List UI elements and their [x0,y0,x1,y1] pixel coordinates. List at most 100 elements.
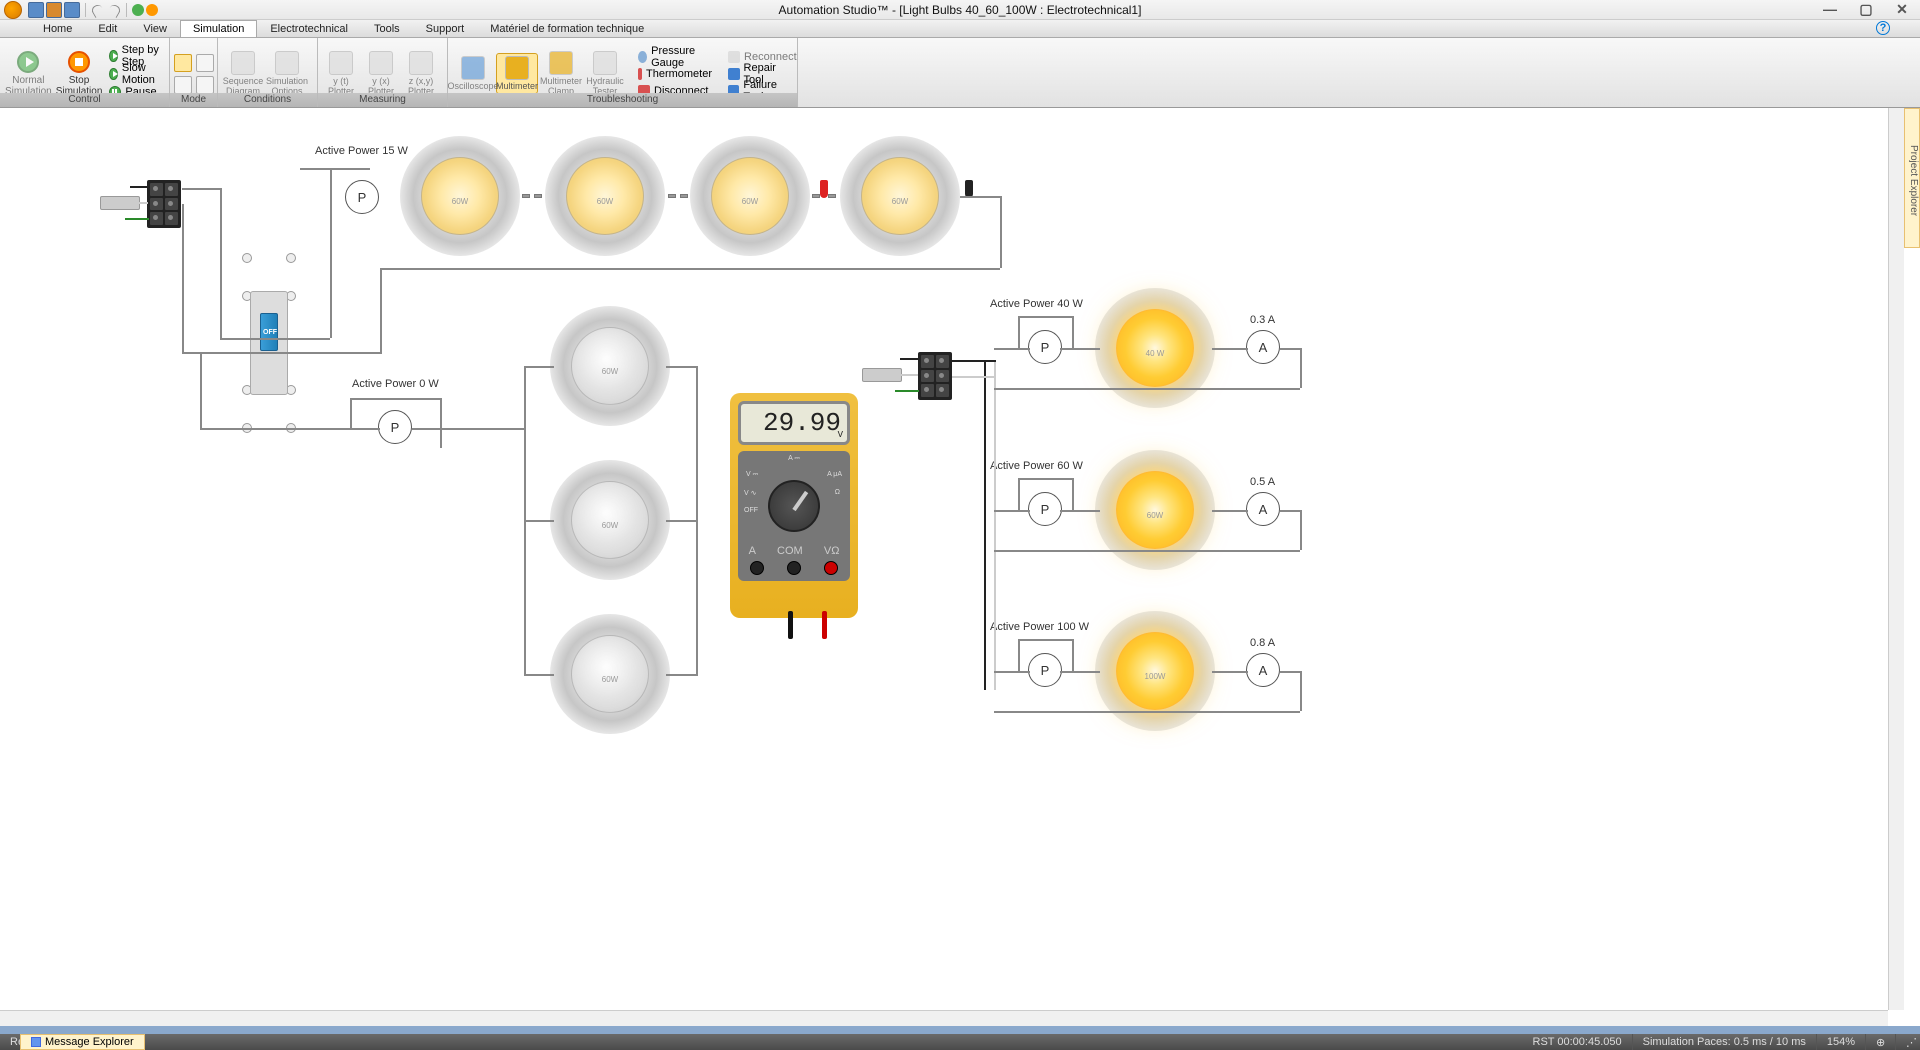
tab-simulation[interactable]: Simulation [180,20,257,37]
project-explorer-tab[interactable]: Project Explorer [1904,108,1920,248]
slow-motion-button[interactable]: Slow Motion [105,65,165,82]
yt-plotter-button[interactable]: y (t) Plotter [322,48,360,99]
bulb-60w-parallel-2[interactable]: 60W [550,460,670,580]
wire [200,352,202,428]
tab-tools[interactable]: Tools [361,20,413,37]
wire [330,168,332,338]
multimeter-clamp-button[interactable]: Multimeter Clamp [540,48,582,99]
ammeter-r3[interactable]: A [1246,653,1280,687]
power-meter-mid[interactable]: P [378,410,412,444]
wire [1300,510,1302,550]
zxy-plotter-button[interactable]: z (x,y) Plotter [402,48,440,99]
bulb-60w-series-3[interactable]: 60W [690,136,810,256]
undo-icon[interactable] [91,3,105,17]
tab-materiel[interactable]: Matériel de formation technique [477,20,657,37]
multimeter-button[interactable]: Multimeter [496,53,538,94]
oscilloscope-button[interactable]: Oscilloscope [452,53,494,94]
vertical-scrollbar[interactable] [1888,108,1904,1010]
power-meter-r2[interactable]: P [1028,492,1062,526]
mode-btn-3[interactable] [174,76,192,94]
power-meter-r1[interactable]: P [1028,330,1062,364]
bulb-40w[interactable]: 40 W [1095,288,1215,408]
bulb-60w-right[interactable]: 60W [1095,450,1215,570]
amp-label-r2: 0.5 A [1250,476,1275,488]
pressure-gauge-button[interactable]: Pressure Gauge [634,49,716,65]
ammeter-r2[interactable]: A [1246,492,1280,526]
tab-electrotechnical[interactable]: Electrotechnical [257,20,361,37]
qat-stop-icon[interactable] [146,4,158,16]
thermometer-button[interactable]: Thermometer [634,66,716,82]
minimize-button[interactable]: — [1812,0,1848,18]
qat-play-icon[interactable] [132,4,144,16]
probe-lead-black[interactable] [788,611,793,639]
wire [182,188,222,190]
multimeter-instrument[interactable]: 29.99 A ⎓ V ⎓ A μA V ∿ Ω OFF ACOMVΩ [730,393,858,618]
bulb-60w-parallel-3[interactable]: 60W [550,614,670,734]
tab-edit[interactable]: Edit [85,20,130,37]
terminal-block-left[interactable] [147,180,181,228]
wire [524,674,554,676]
connector [668,194,676,198]
amp-label-r3: 0.8 A [1250,637,1275,649]
ribbon-group-troubleshooting: Oscilloscope Multimeter Multimeter Clamp… [448,38,798,107]
help-icon[interactable]: ? [1876,21,1890,35]
status-grip-icon[interactable]: ⋰ [1896,1034,1920,1050]
simulation-options-button[interactable]: Simulation Options [266,48,308,99]
normal-simulation-button[interactable]: Normal Simulation [4,48,53,100]
mode-btn-4[interactable] [196,76,214,94]
tab-home[interactable]: Home [30,20,85,37]
wire [994,348,1030,350]
wire [1300,671,1302,711]
probe-lead-red[interactable] [822,611,827,639]
reconnect-button[interactable]: Reconnect [724,49,801,65]
tab-view[interactable]: View [130,20,180,37]
wire [380,268,1000,270]
jack-v[interactable] [824,561,838,575]
jack-com[interactable] [787,561,801,575]
wire [1018,639,1020,673]
wire [470,428,526,430]
bulb-60w-parallel-1[interactable]: 60W [550,306,670,426]
plotter-icon [409,51,433,75]
tab-support[interactable]: Support [413,20,478,37]
bulb-100w[interactable]: 100W [1095,611,1215,731]
maximize-button[interactable]: ▢ [1848,0,1884,18]
bulb-60w-series-1[interactable]: 60W [400,136,520,256]
power-label-r1: Active Power 40 W [990,298,1083,310]
wall-switch[interactable]: OFF [236,253,302,433]
stop-simulation-button[interactable]: Stop Simulation [55,48,104,100]
wire [220,338,330,340]
wire [952,376,996,378]
ribbon-group-control: Normal Simulation Stop Simulation Step b… [0,38,170,107]
close-button[interactable]: ✕ [1884,0,1920,18]
wire [900,374,918,376]
status-zoom-in-icon[interactable]: ⊕ [1866,1034,1896,1050]
bulb-60w-series-4[interactable]: 60W [840,136,960,256]
qat-btn-3[interactable] [64,2,80,18]
hydraulic-tester-button[interactable]: Hydraulic Tester [584,48,626,99]
mode-btn-2[interactable] [196,54,214,72]
qat-btn-2[interactable] [46,2,62,18]
app-icon[interactable] [4,1,22,19]
status-zoom[interactable]: 154% [1817,1034,1866,1050]
horizontal-scrollbar[interactable] [0,1010,1888,1026]
mode-btn-1[interactable] [174,54,192,72]
bulb-60w-series-2[interactable]: 60W [545,136,665,256]
hydraulic-icon [593,51,617,75]
jack-a[interactable] [750,561,764,575]
power-meter-top[interactable]: P [345,180,379,214]
message-explorer-tab[interactable]: Message Explorer [20,1034,145,1050]
terminal-block-right[interactable] [918,352,952,400]
power-meter-r3[interactable]: P [1028,653,1062,687]
ammeter-r1[interactable]: A [1246,330,1280,364]
wire [300,168,370,170]
qat-btn-1[interactable] [28,2,44,18]
wire [1212,671,1248,673]
probe-red-icon[interactable] [820,180,828,198]
multimeter-dial[interactable] [768,480,820,532]
yx-plotter-button[interactable]: y (x) Plotter [362,48,400,99]
sequence-diagram-button[interactable]: Sequence Diagram [222,48,264,99]
redo-icon[interactable] [107,3,121,17]
wire [1000,196,1002,268]
schematic-canvas[interactable]: Active Power 15 W OFF P 60W 60W 60W 60W [0,108,1904,1010]
